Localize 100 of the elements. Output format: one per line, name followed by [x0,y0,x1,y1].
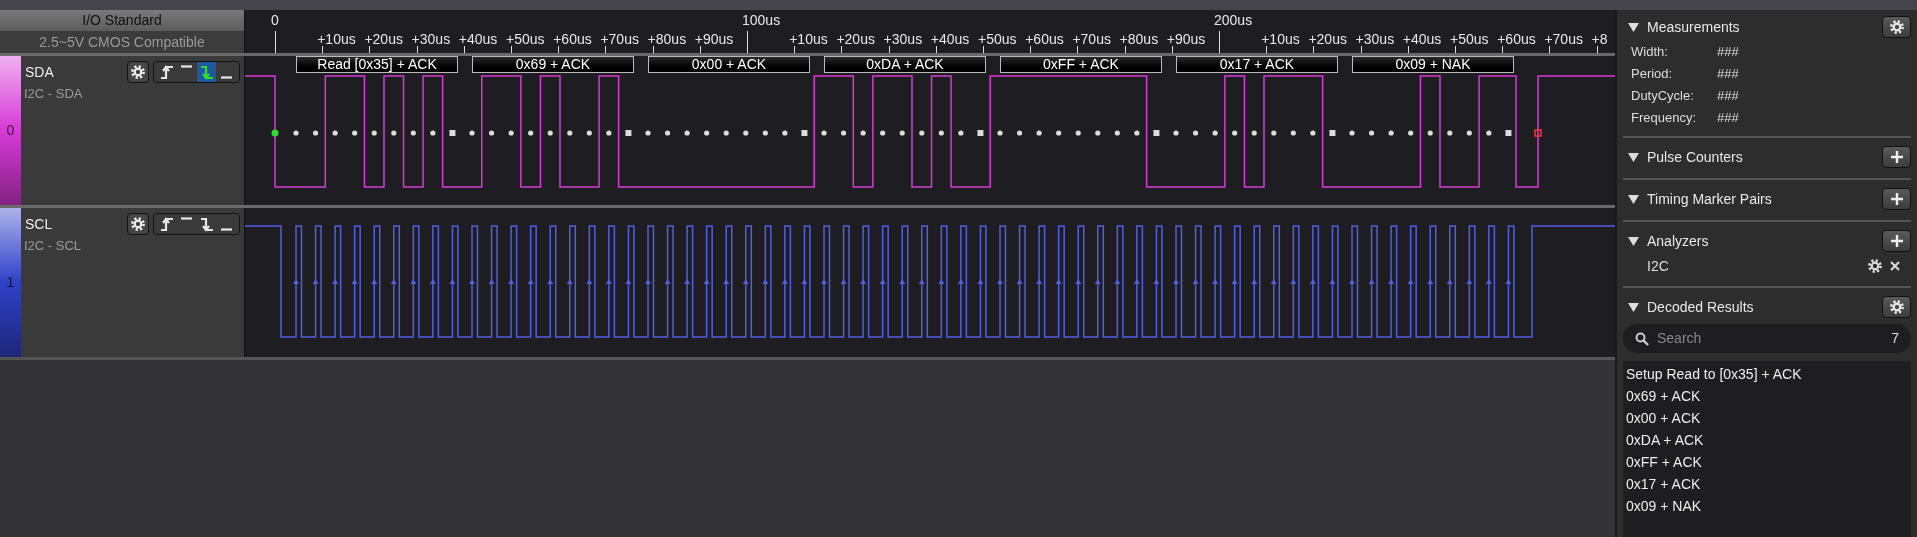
gear-icon [1867,258,1883,274]
column-header: I/O Standard [0,10,244,31]
close-button[interactable] [1889,260,1901,272]
tick-label: +90us [694,32,734,46]
tick-label: +80us [647,32,687,46]
decoded-label: 0xFF + ACK [1000,56,1162,73]
add-button[interactable] [1882,188,1911,210]
measurement-label: Width: [1631,43,1669,61]
tick-label: +20us [836,32,875,46]
falling-edge-icon [198,216,215,232]
collapse-arrow-icon [1627,192,1640,206]
decoded-result-item[interactable]: 0x09 + NAK [1623,495,1911,517]
measurement-label: DutyCycle: [1631,87,1695,105]
high-level-icon [181,217,192,220]
tick-label: 100us [742,13,781,27]
tick-label: +30us [411,32,451,46]
tick-label: +70us [1544,32,1583,46]
decoded-label: 0x17 + ACK [1176,56,1338,73]
falling-trigger-button[interactable] [197,62,216,82]
measurement-label: Frequency: [1631,109,1698,127]
section-title: Decoded Results [1647,297,1755,317]
tick-label: +10us [1261,32,1300,46]
tick-label: +20us [364,32,403,46]
tick-label: +50us [1450,32,1489,46]
tick-label: +60us [553,32,592,46]
decoded-result-item[interactable]: Setup Read to [0x35] + ACK [1623,363,1911,385]
channel-description: I2C - SDA [24,85,84,103]
decoded-result-item[interactable]: 0x69 + ACK [1623,385,1911,407]
analyzer-name: I2C [1647,256,1670,276]
tick-label: 200us [1214,13,1253,27]
high-level-icon [181,65,192,68]
rising-edge-icon [158,216,175,232]
decoded-result-item[interactable]: 0xDA + ACK [1623,429,1911,451]
channel-name: SCL [24,214,53,234]
channel-number: 0 [6,121,15,140]
collapse-arrow-icon [1627,150,1640,164]
channel-name: SDA [24,62,54,82]
collapse-arrow-icon [1627,20,1640,34]
settings-button[interactable] [127,213,149,235]
gear-icon [130,216,146,232]
section-title: Timing Marker Pairs [1647,189,1773,209]
search-input[interactable]: Search [1657,328,1892,349]
section-title: Pulse Counters [1647,147,1744,167]
measurement-value: ### [1717,65,1740,83]
tick-label: +40us [458,32,498,46]
decoded-result-item[interactable]: 0x17 + ACK [1623,473,1911,495]
tick-label: +40us [930,32,970,46]
tick-label: +20us [1308,32,1347,46]
close-icon [1889,260,1901,272]
tick-label: +60us [1025,32,1064,46]
channel-description: I2C - SCL [24,237,83,255]
collapse-arrow-icon [1627,300,1640,314]
search-icon [1635,331,1649,346]
measurement-value: ### [1717,109,1740,127]
falling-edge-icon [198,64,215,80]
tick-label: +10us [317,32,356,46]
tick-label: +30us [883,32,923,46]
search-field[interactable]: Search 7 [1623,324,1911,353]
plus-icon [1888,149,1905,165]
result-count: 7 [1891,329,1899,348]
gear-icon [1888,19,1905,35]
tick-label: +10us [789,32,828,46]
plus-icon [1888,233,1905,249]
decoded-result-item[interactable]: 0xFF + ACK [1623,451,1911,473]
section-title: Analyzers [1647,231,1710,251]
settings-button[interactable] [127,61,149,83]
low-level-icon [221,228,232,231]
measurement-label: Period: [1631,65,1674,83]
tick-label: +80us [1119,32,1159,46]
io-standard-value: 2.5~5V CMOS Compatible [0,31,244,53]
rising-edge-icon [158,64,175,80]
gear-icon [130,64,146,80]
decoded-label: Read [0x35] + ACK [296,56,458,73]
decoded-result-item[interactable]: 0x00 + ACK [1623,407,1911,429]
settings-button[interactable] [1882,296,1911,318]
decoded-label: 0x09 + NAK [1352,56,1514,73]
tick-label: +40us [1402,32,1442,46]
tick-label: +90us [1166,32,1206,46]
measurement-value: ### [1717,87,1740,105]
low-level-icon [221,76,232,79]
gear-icon [1888,299,1905,315]
decoded-label: 0xDA + ACK [824,56,986,73]
add-button[interactable] [1882,146,1911,168]
decoded-label: 0x69 + ACK [472,56,634,73]
tick-label: +30us [1355,32,1395,46]
plus-icon [1888,191,1905,207]
settings-button[interactable] [1882,16,1911,38]
section-title: Measurements [1647,17,1741,37]
tick-label: +8 [1591,32,1608,46]
tick-label: 0 [271,13,279,27]
tick-label: +70us [1072,32,1111,46]
channel-number: 1 [6,273,15,292]
tick-label: +70us [600,32,639,46]
tick-label: +50us [506,32,545,46]
tick-label: +50us [978,32,1017,46]
tick-label: +60us [1497,32,1536,46]
decoded-label: 0x00 + ACK [648,56,810,73]
add-button[interactable] [1882,230,1911,252]
measurement-value: ### [1717,43,1740,61]
collapse-arrow-icon [1627,234,1640,248]
